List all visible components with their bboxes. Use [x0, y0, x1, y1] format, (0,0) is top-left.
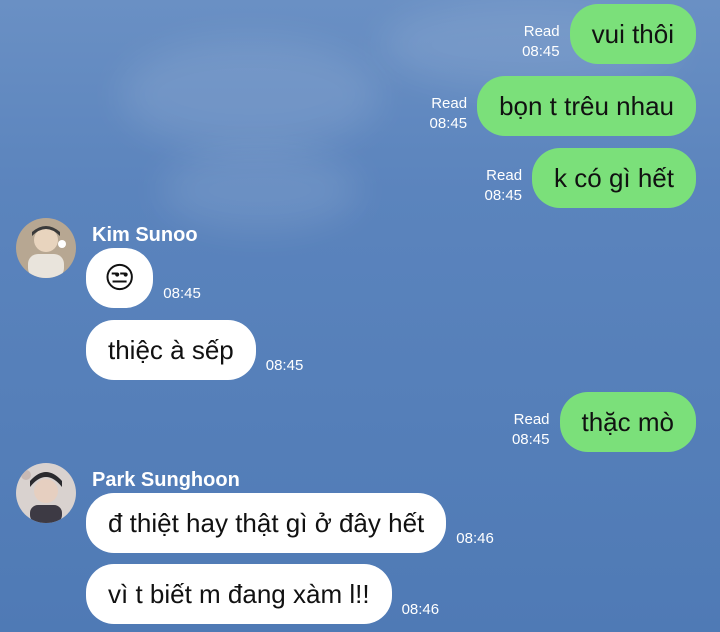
incoming-message-bubble[interactable]: 😒	[86, 248, 154, 308]
timestamp: 08:45	[511, 431, 550, 448]
message-row-outgoing: Read 08:45 k có gì hết	[484, 148, 696, 208]
timestamp: 08:46	[456, 530, 494, 547]
message-meta: Read 08:45	[430, 94, 468, 134]
outgoing-message-bubble[interactable]: vui thôi	[569, 4, 696, 64]
message-row-incoming: đ thiệt hay thật gì ở đây hết 08:46	[86, 493, 494, 553]
read-status: Read	[431, 95, 468, 112]
read-status: Read	[513, 411, 550, 428]
message-row-outgoing: Read 08:45 thặc mò	[512, 392, 696, 452]
timestamp: 08:45	[429, 115, 468, 132]
emoji-unamused: 😒	[104, 261, 136, 295]
incoming-message-bubble[interactable]: vì t biết m đang xàm l!!	[86, 564, 392, 624]
avatar-kim-sunoo[interactable]	[16, 218, 76, 278]
outgoing-message-bubble[interactable]: bọn t trêu nhau	[477, 76, 696, 136]
message-row-incoming: 😒 08:45	[86, 248, 201, 308]
avatar-park-sunghoon[interactable]	[16, 463, 76, 523]
message-meta: Read 08:45	[522, 22, 560, 62]
outgoing-message-bubble[interactable]: k có gì hết	[532, 148, 696, 208]
read-status: Read	[486, 167, 523, 184]
timestamp: 08:46	[401, 601, 440, 618]
sender-name: Park Sunghoon	[92, 469, 240, 491]
timestamp: 08:45	[522, 43, 560, 60]
message-meta: Read 08:45	[512, 410, 550, 450]
avatar-photo-icon	[16, 218, 76, 278]
outgoing-message-bubble[interactable]: thặc mò	[559, 392, 696, 452]
timestamp: 08:45	[265, 357, 304, 374]
background-cloud	[120, 40, 380, 150]
avatar-photo-icon	[16, 463, 76, 523]
incoming-message-bubble[interactable]: đ thiệt hay thật gì ở đây hết	[86, 493, 447, 553]
message-row-incoming: vì t biết m đang xàm l!! 08:46	[86, 564, 439, 624]
timestamp: 08:45	[484, 187, 523, 204]
read-status: Read	[523, 23, 560, 40]
sender-name: Kim Sunoo	[92, 224, 198, 246]
message-row-outgoing: Read 08:45 bọn t trêu nhau	[430, 76, 696, 136]
background-cloud	[160, 150, 360, 230]
incoming-message-bubble[interactable]: thiệc à sếp	[86, 320, 256, 380]
message-row-incoming: thiệc à sếp 08:45	[86, 320, 303, 380]
timestamp: 08:45	[163, 285, 201, 302]
message-meta: Read 08:45	[484, 166, 522, 206]
message-row-outgoing: Read 08:45 vui thôi	[522, 4, 696, 64]
